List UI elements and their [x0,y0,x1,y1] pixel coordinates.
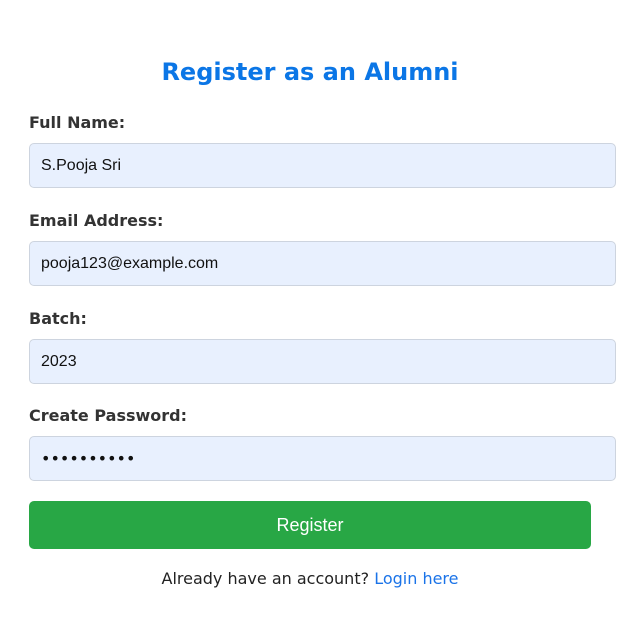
email-label: Email Address: [29,211,164,230]
full-name-label: Full Name: [29,113,126,132]
login-prompt: Already have an account? Login here [29,568,591,590]
register-button[interactable]: Register [29,501,591,549]
email-input[interactable] [29,241,616,286]
page-title: Register as an Alumni [161,58,459,86]
full-name-input[interactable] [29,143,616,188]
password-label: Create Password: [29,406,188,425]
batch-label: Batch: [29,309,87,328]
batch-input[interactable] [29,339,616,384]
login-prompt-text: Already have an account? [161,569,370,588]
login-link[interactable]: Login here [374,569,458,588]
password-input[interactable] [29,436,616,481]
